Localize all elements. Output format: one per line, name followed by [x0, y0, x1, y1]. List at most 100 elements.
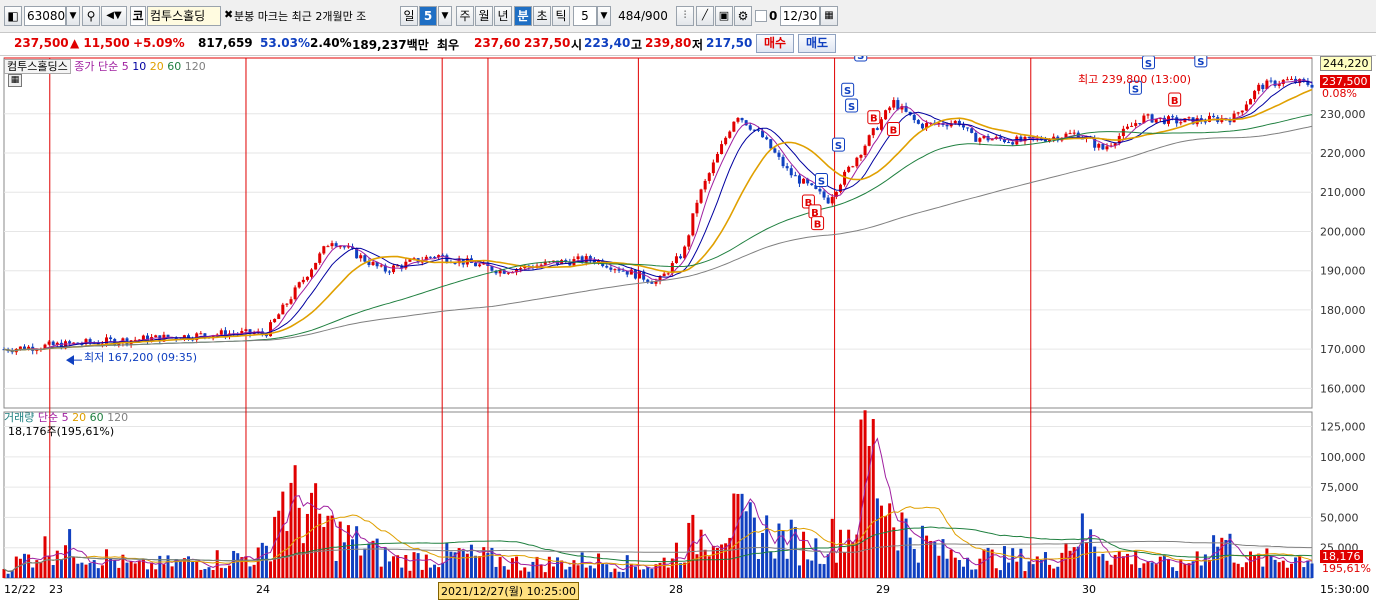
volume-bar — [847, 529, 851, 578]
volume-bar — [1052, 568, 1056, 578]
candle-body — [51, 341, 55, 346]
volume-bar — [556, 557, 560, 578]
period-minute[interactable]: 분 — [514, 6, 532, 26]
volume-bar — [59, 559, 63, 578]
interval-dropdown-icon[interactable]: ▼ — [597, 6, 611, 26]
period-day[interactable]: 일 — [400, 6, 418, 26]
sell-button[interactable]: 매도 — [798, 34, 836, 53]
volume-bar — [1199, 565, 1203, 578]
period-month[interactable]: 월 — [475, 6, 493, 26]
panel-icon[interactable]: ◧ — [4, 6, 22, 26]
volume-bar — [756, 558, 760, 578]
candle-body — [1134, 123, 1138, 126]
price-panel-legend: 컴투스홀딩스 종가 단순 5 10 20 60 120 — [4, 58, 206, 74]
candle-body — [1203, 121, 1207, 123]
candle-body — [838, 184, 842, 192]
interval-input[interactable]: 5 — [573, 6, 597, 26]
volume-bar — [535, 556, 539, 578]
volume-bar — [64, 545, 68, 578]
candle-body — [330, 243, 334, 247]
stock-code-input[interactable]: 63080 — [24, 6, 66, 26]
price-tick-label: 160,000 — [1320, 382, 1366, 395]
period-tick[interactable]: 틱 — [552, 6, 570, 26]
candle-body — [859, 154, 863, 158]
low-annotation: 최저 167,200 (09:35) — [84, 351, 198, 364]
search-icon[interactable]: ⚲ — [82, 6, 100, 26]
candle-body — [687, 235, 691, 247]
x-axis-day-29: 29 — [876, 583, 890, 596]
volume-bar — [1060, 552, 1064, 578]
volume-bar — [305, 513, 309, 578]
buy-signal-label: B — [870, 114, 878, 125]
volume-bar — [519, 570, 523, 578]
volume-bar — [851, 541, 855, 578]
volume-bar — [1257, 553, 1261, 578]
sell-signal-label: S — [857, 56, 864, 62]
volume-bar — [371, 540, 375, 578]
volume-bar — [359, 555, 363, 578]
candle-body — [281, 304, 285, 315]
volume-bar — [486, 552, 490, 578]
candle-body — [1150, 114, 1154, 123]
settings-gear-icon[interactable]: ⚙ — [734, 6, 752, 26]
volume-bar — [199, 569, 203, 578]
candle-body — [1257, 84, 1261, 91]
candle-body — [851, 166, 855, 168]
market-badge: 코 — [130, 6, 146, 26]
volume-bar — [736, 493, 740, 578]
draw-line-icon[interactable]: ╱ — [696, 6, 714, 26]
candle-body — [793, 175, 797, 177]
candle-body — [748, 125, 752, 130]
stock-name-field[interactable]: 컴투스홀딩 — [147, 6, 221, 26]
volume-bar — [1084, 542, 1088, 578]
sound-icon[interactable]: ◀▼ — [101, 6, 127, 26]
volume-bar — [654, 564, 658, 578]
save-icon[interactable]: ▣ — [715, 6, 733, 26]
candle-body — [203, 333, 207, 337]
checkbox[interactable] — [755, 10, 767, 22]
period-year[interactable]: 년 — [494, 6, 512, 26]
volume-bar — [982, 549, 986, 578]
volume-bar — [838, 529, 842, 578]
sell-signal-label: S — [1145, 59, 1152, 70]
candle-body — [691, 213, 695, 236]
candle-body — [765, 137, 769, 140]
volume-bar — [576, 565, 580, 578]
x-axis-day-28: 28 — [669, 583, 683, 596]
page-counter: 484/900 — [614, 6, 672, 26]
candle-body — [1138, 123, 1142, 125]
volume-bar — [396, 555, 400, 578]
period-second[interactable]: 초 — [533, 6, 551, 26]
volume-bar — [150, 562, 154, 578]
chart-area[interactable]: 160,000 170,000 180,000 190,000 200,000 210,0… — [0, 47, 1376, 600]
price-tick-label: 190,000 — [1320, 265, 1366, 278]
volume-bar — [1146, 561, 1150, 578]
candle-body — [802, 178, 806, 184]
grid-toggle-icon[interactable]: ▦ — [8, 74, 22, 87]
volume-bar — [1207, 559, 1211, 578]
date-input[interactable]: 12/30 — [780, 6, 820, 26]
candle-type-icon[interactable]: ⫶ — [676, 6, 694, 26]
period-count[interactable]: 5 — [419, 6, 437, 26]
volume-bar — [785, 558, 789, 578]
buy-button[interactable]: 매수 — [756, 34, 794, 53]
volume-bar — [51, 565, 55, 578]
volume-bar — [125, 562, 129, 578]
candle-body — [68, 341, 72, 344]
calendar-icon[interactable]: ▦ — [820, 6, 838, 26]
volume-bar — [724, 543, 728, 578]
volume-bar — [1130, 564, 1134, 578]
volume-panel-frame — [3, 411, 1313, 579]
period-week[interactable]: 주 — [456, 6, 474, 26]
chart-svg[interactable]: 160,000 170,000 180,000 190,000 200,000 210,0… — [0, 47, 1376, 595]
volume-bar — [871, 418, 875, 578]
code-dropdown-icon[interactable]: ▼ — [66, 6, 80, 26]
candle-body — [863, 145, 867, 155]
period-count-dropdown[interactable]: ▼ — [438, 6, 452, 26]
volume-bar — [1273, 559, 1277, 578]
volume-bar — [674, 542, 678, 578]
volume-bar — [494, 566, 498, 578]
volume-bar — [72, 556, 76, 578]
candle-body — [871, 128, 875, 136]
volume-bar — [1281, 560, 1285, 578]
